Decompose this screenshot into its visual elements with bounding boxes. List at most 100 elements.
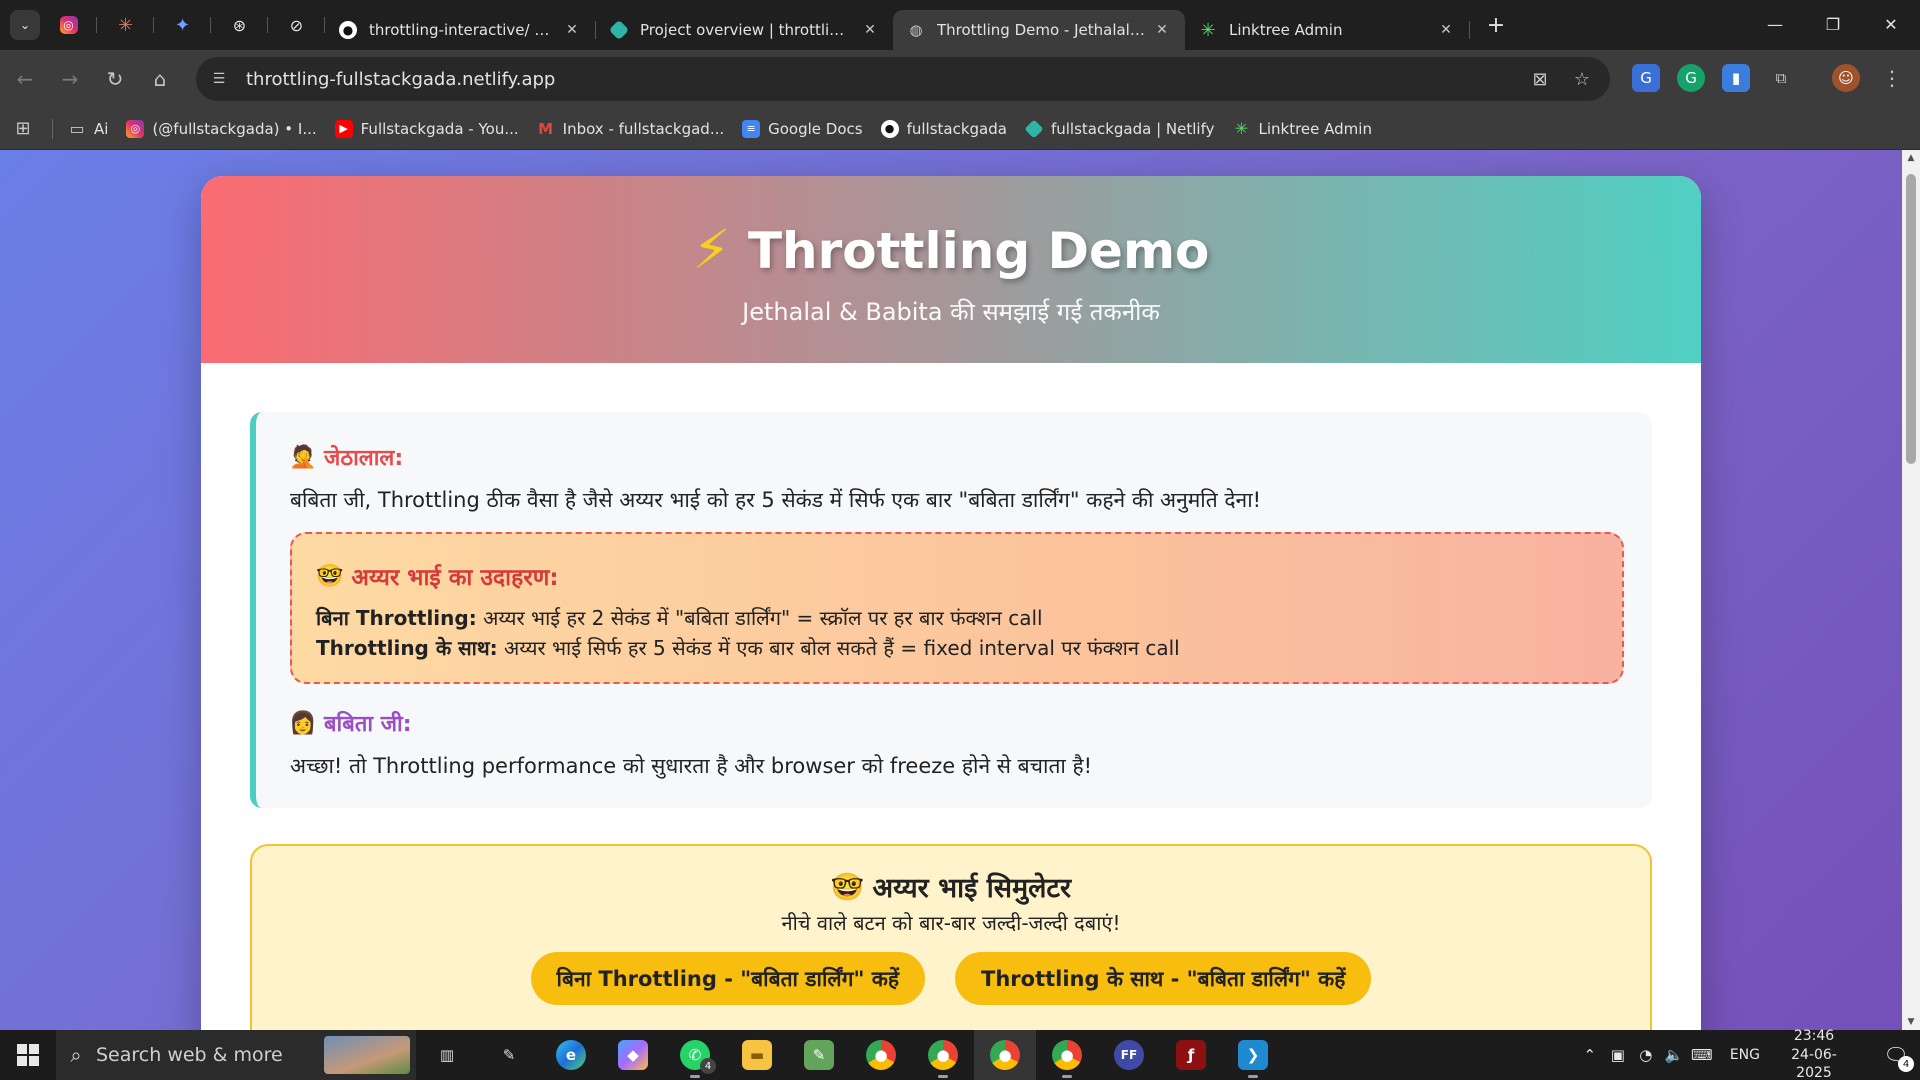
tab-search-button[interactable]: ⌄ (10, 10, 40, 40)
taskbar-app-chrome-profile-3[interactable]: ● (1036, 1030, 1098, 1080)
scroll-up-arrow-icon[interactable]: ▲ (1902, 150, 1920, 166)
close-icon[interactable]: ✕ (861, 21, 879, 39)
volume-icon[interactable]: 🔈 (1660, 1046, 1688, 1064)
restore-button[interactable]: ❐ (1804, 0, 1862, 48)
tab-throttling-demo[interactable]: ◍ Throttling Demo - Jethalal Style ✕ (893, 10, 1185, 50)
bookmark-gmail[interactable]: M Inbox - fullstackgad... (528, 120, 733, 138)
tab-github[interactable]: ● throttling-interactive/ at main · ✕ (325, 10, 595, 50)
profile-avatar[interactable]: ☺ (1832, 64, 1860, 92)
taskbar-app-explorer[interactable]: ▬ (726, 1030, 788, 1080)
taskbar-app-chrome[interactable]: ● (850, 1030, 912, 1080)
bookmark-netlify[interactable]: fullstackgada | Netlify (1016, 118, 1224, 139)
site-info-icon[interactable]: ☰ (204, 64, 234, 94)
example-heading: 🤓 अय्यर भाई का उदाहरण: (316, 560, 1598, 592)
tab-label: Linktree Admin (1229, 21, 1343, 39)
hero-header: ⚡ Throttling Demo Jethalal & Babita की स… (201, 176, 1701, 363)
address-bar[interactable]: ☰ throttling-fullstackgada.netlify.app ⊠… (196, 57, 1610, 101)
bookmark-instagram[interactable]: ◎ (@fullstackgada) • I... (117, 119, 325, 138)
pinned-tab-perplexity[interactable]: ⊘ (268, 7, 325, 43)
start-button[interactable] (0, 1030, 56, 1080)
browser-menu-icon[interactable]: ⋮ (1878, 64, 1906, 92)
taskbar-app-flash[interactable]: ƒ (1160, 1030, 1222, 1080)
wifi-icon[interactable]: ◔ (1632, 1046, 1660, 1064)
netlify-icon (608, 19, 630, 41)
taskbar-search-box[interactable]: ⌕ Search web & more (56, 1030, 416, 1080)
iyer-simulator: 🤓 अय्यर भाई सिमुलेटर नीचे वाले बटन को बा… (250, 844, 1652, 1030)
keyboard-icon[interactable]: ⌨ (1688, 1046, 1716, 1064)
windows-logo-icon (17, 1044, 39, 1066)
bookmark-label: fullstackgada (906, 119, 1007, 138)
docs-extension-icon[interactable]: ▮ (1722, 64, 1750, 92)
without-throttling-button[interactable]: बिना Throttling - "बबिता डार्लिंग" कहें (530, 952, 926, 1005)
tab-netlify[interactable]: Project overview | throttling-full ✕ (596, 10, 893, 50)
example-with-row: Throttling के साथ: अय्यर भाई सिर्फ हर 5 … (316, 636, 1598, 660)
taskbar-app-ffdec[interactable]: FF (1098, 1030, 1160, 1080)
back-button[interactable]: ← (5, 59, 45, 99)
pinned-tab-gemini[interactable]: ✦ (154, 7, 211, 43)
taskbar-app-pen[interactable]: ✎ (478, 1030, 540, 1080)
page-scrollbar[interactable]: ▲ ▼ (1902, 150, 1920, 1030)
taskbar-app-chrome-profile-2[interactable]: ● (912, 1030, 974, 1080)
grammarly-icon[interactable]: G (1677, 64, 1705, 92)
linktree-icon: ✳ (1200, 19, 1216, 41)
with-throttling-button[interactable]: Throttling के साथ - "बबिता डार्लिंग" कहे… (955, 952, 1372, 1005)
forward-button[interactable]: → (50, 59, 90, 99)
clock-date: 24-06-2025 (1791, 1046, 1837, 1080)
tab-label: throttling-interactive/ at main · (369, 21, 555, 39)
taskbar-app-notepad[interactable]: ✎ (788, 1030, 850, 1080)
example-without-label: बिना Throttling: (316, 606, 477, 630)
close-icon[interactable]: ✕ (1153, 21, 1171, 39)
bookmark-label: fullstackgada | Netlify (1050, 119, 1215, 138)
notification-center-button[interactable]: 🗨 4 (1872, 1030, 1920, 1080)
bookmark-linktree[interactable]: ✳ Linktree Admin (1223, 119, 1380, 138)
taskbar-app-vscode[interactable]: ❯ (1222, 1030, 1284, 1080)
pinned-tab-chatgpt[interactable]: ⊛ (211, 7, 268, 43)
taskbar-app-edge[interactable]: e (540, 1030, 602, 1080)
bookmark-youtube[interactable]: ▶ Fullstackgada - You... (326, 119, 528, 138)
linktree-icon: ✳ (1234, 119, 1249, 138)
home-button[interactable]: ⌂ (140, 59, 180, 99)
tab-strip: ⌄ ◎ ✳ ✦ ⊛ ⊘ ● throttling-interactive/ at… (0, 0, 1920, 50)
bookmark-star-icon[interactable]: ☆ (1568, 65, 1596, 93)
tab-linktree[interactable]: ✳ Linktree Admin ✕ (1185, 10, 1469, 50)
google-translate-extension-icon[interactable]: G (1632, 64, 1660, 92)
home-icon: ⌂ (153, 67, 167, 91)
taskbar-app-copilot[interactable]: ◆ (602, 1030, 664, 1080)
close-window-button[interactable]: ✕ (1862, 0, 1920, 48)
chrome-icon: ● (866, 1040, 896, 1070)
bookmark-label: Ai (94, 119, 109, 138)
language-indicator[interactable]: ENG (1730, 1047, 1760, 1063)
page-viewport: ⚡ Throttling Demo Jethalal & Babita की स… (0, 150, 1920, 1030)
meet-now-icon[interactable]: ▣ (1604, 1046, 1632, 1064)
task-view-button[interactable]: ▥ (416, 1030, 478, 1080)
bookmark-ai-folder[interactable]: ▭ Ai (59, 119, 117, 138)
url-text[interactable]: throttling-fullstackgada.netlify.app (246, 69, 1526, 90)
pinned-tab-instagram[interactable]: ◎ (40, 7, 97, 43)
folder-icon: ▬ (742, 1040, 772, 1070)
scroll-down-arrow-icon[interactable]: ▼ (1902, 1014, 1920, 1030)
apps-grid-icon[interactable]: ⊞ (0, 118, 46, 139)
arrow-right-icon: → (61, 67, 79, 91)
bookmark-google-docs[interactable]: ≡ Google Docs (733, 119, 871, 138)
taskbar-app-whatsapp[interactable]: ✆ 4 (664, 1030, 726, 1080)
new-tab-button[interactable]: + (1478, 7, 1514, 43)
tab-divider (1469, 21, 1470, 39)
nerd-face-icon: 🤓 (830, 871, 865, 903)
chrome-icon: ● (1052, 1040, 1082, 1070)
minimize-button[interactable]: — (1746, 0, 1804, 48)
page-title-text: Throttling Demo (747, 222, 1210, 280)
reload-button[interactable]: ↻ (95, 59, 135, 99)
translate-icon[interactable]: ⊠ (1526, 65, 1554, 93)
chevron-up-icon[interactable]: ⌃ (1576, 1046, 1604, 1064)
google-docs-icon: ≡ (742, 119, 761, 138)
pinned-tab-claude[interactable]: ✳ (97, 7, 154, 43)
clock[interactable]: 23:46 24-06-2025 (1774, 1027, 1854, 1080)
extensions-puzzle-icon[interactable]: ⧉ (1767, 64, 1795, 92)
copilot-icon: ◆ (618, 1040, 648, 1070)
close-icon[interactable]: ✕ (563, 21, 581, 39)
taskbar-app-chrome-active[interactable]: ● (974, 1030, 1036, 1080)
close-icon[interactable]: ✕ (1437, 21, 1455, 39)
edge-icon: e (556, 1040, 586, 1070)
bookmark-github[interactable]: ● fullstackgada (872, 119, 1016, 138)
scrollbar-thumb[interactable] (1906, 174, 1916, 464)
